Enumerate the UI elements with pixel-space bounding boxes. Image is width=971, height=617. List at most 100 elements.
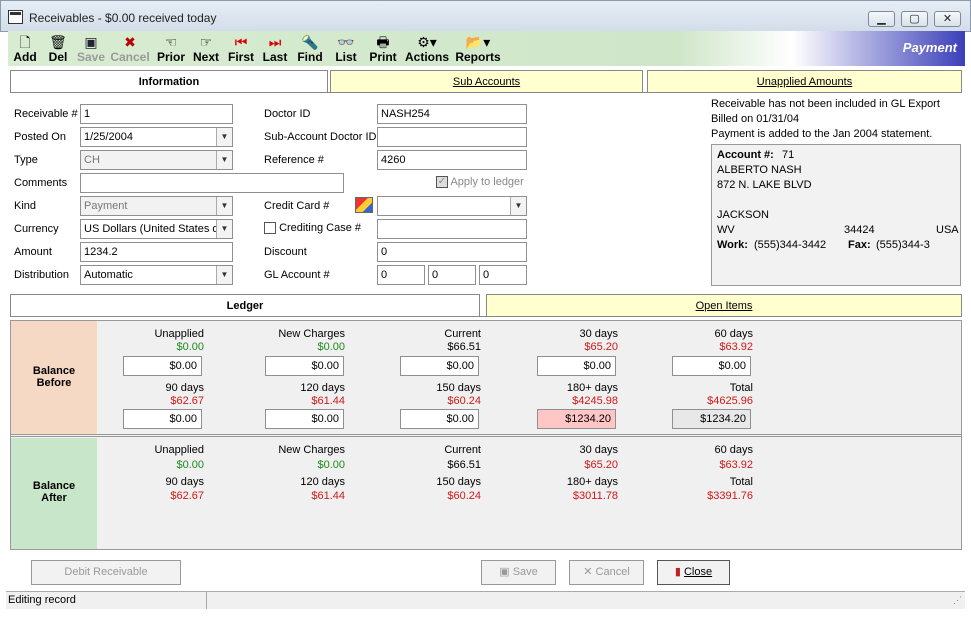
cancel-button[interactable]: ✕ Cancel <box>569 560 644 585</box>
balance-before-input[interactable]: $0.00 <box>400 356 479 376</box>
balance-before-input[interactable]: $0.00 <box>123 356 202 376</box>
balance-before-input[interactable]: $0.00 <box>537 356 616 376</box>
balance-after-header: 150 days <box>436 476 481 488</box>
resize-grip-icon[interactable]: ⋰ <box>953 595 962 606</box>
actions-button[interactable]: ⚙▾ Actions <box>405 31 449 66</box>
account-number-label: Account #: <box>717 149 774 161</box>
balance-before-header: Unapplied <box>154 328 204 340</box>
close-button[interactable]: ▮ Close <box>657 560 730 585</box>
posted-on-field[interactable]: 1/25/2004 ▼ <box>80 127 233 147</box>
tab-unapplied-amounts[interactable]: Unapplied Amounts <box>647 70 962 92</box>
credit-card-select[interactable]: ▼ <box>377 196 527 216</box>
find-button[interactable]: 🔦 Find <box>296 31 324 66</box>
reference-field[interactable]: 4260 <box>377 150 527 170</box>
discount-label: Discount <box>264 246 307 258</box>
fax-number: (555)344-3 <box>876 239 930 251</box>
crediting-case-field[interactable] <box>377 219 527 239</box>
account-city: JACKSON <box>717 209 769 221</box>
tab-information[interactable]: Information <box>10 70 328 92</box>
close-window-button[interactable]: ✕ <box>934 11 961 27</box>
new-doc-icon: 🗋 <box>19 34 31 50</box>
prior-button[interactable]: ☜ Prior <box>154 31 188 66</box>
balance-before-header: 90 days <box>165 382 204 394</box>
balance-before-header: Total <box>729 382 753 394</box>
distribution-select[interactable]: Automatic ▼ <box>80 265 233 285</box>
balance-before-input[interactable]: $0.00 <box>265 356 344 376</box>
toolbar: 🗋 Add 🗑 Del ▣ Save ✖ Cancel ☜ Prior ☞ Next ⏮ Fi… <box>8 31 965 66</box>
minimize-button[interactable]: ▁ <box>868 11 895 27</box>
balance-after-value: $61.44 <box>311 490 345 502</box>
save-button[interactable]: ▣ Save <box>481 560 556 585</box>
last-button[interactable]: ⏭ Last <box>261 31 289 66</box>
printer-icon: 🖶 <box>376 34 390 50</box>
balance-before-input[interactable]: $0.00 <box>400 409 479 429</box>
gl-account-field-2[interactable]: 0 <box>428 265 476 285</box>
amount-label: Amount <box>14 246 52 258</box>
debit-receivable-button[interactable]: Debit Receivable <box>31 560 181 585</box>
chevron-down-icon[interactable]: ▼ <box>216 197 232 215</box>
delete-button[interactable]: 🗑 Del <box>44 31 72 66</box>
receivable-field[interactable]: 1 <box>80 104 233 124</box>
tab-sub-accounts[interactable]: Sub Accounts <box>330 70 643 92</box>
comments-field[interactable] <box>80 173 344 193</box>
chevron-down-icon[interactable]: ▼ <box>216 128 232 146</box>
balance-after-header: Unapplied <box>154 444 204 456</box>
maximize-button[interactable]: ▢ <box>901 11 928 27</box>
credit-card-label: Credit Card # <box>264 200 330 212</box>
floppy-icon: ▣ <box>84 34 98 50</box>
kind-select[interactable]: Payment ▼ <box>80 196 233 216</box>
chevron-down-icon[interactable]: ▼ <box>510 197 526 215</box>
currency-select[interactable]: US Dollars (United States o ▼ <box>80 219 233 239</box>
chevron-down-icon[interactable]: ▼ <box>216 220 232 238</box>
save-toolbar-button[interactable]: ▣ Save <box>76 31 106 66</box>
balance-after-value: $3391.76 <box>707 490 753 502</box>
balance-after-header: 60 days <box>714 444 753 456</box>
balance-before-input[interactable]: $0.00 <box>265 409 344 429</box>
crediting-case-checkbox[interactable]: Crediting Case # <box>264 222 361 235</box>
account-country: USA <box>936 224 959 236</box>
cancel-toolbar-button[interactable]: ✖ Cancel <box>109 31 151 66</box>
balance-before-value: $65.20 <box>584 341 618 353</box>
tab-open-items[interactable]: Open Items <box>486 294 962 316</box>
first-button[interactable]: ⏮ First <box>226 31 256 66</box>
type-select[interactable]: CH ▼ <box>80 150 233 170</box>
balance-before-input[interactable]: $1234.20 <box>672 409 751 429</box>
print-button[interactable]: 🖶 Print <box>368 31 398 66</box>
balance-after-value: $60.24 <box>447 490 481 502</box>
account-info-box: Account #: 71 ALBERTO NASH 872 N. LAKE B… <box>711 144 961 286</box>
sub-account-doctor-field[interactable] <box>377 127 527 147</box>
balance-before-input[interactable]: $0.00 <box>123 409 202 429</box>
balance-after-value: $65.20 <box>584 459 618 471</box>
balance-before-input[interactable]: $1234.20 <box>537 409 616 429</box>
amount-field[interactable]: 1234.2 <box>80 242 233 262</box>
status-divider <box>206 592 207 609</box>
app-icon <box>8 10 23 24</box>
add-button[interactable]: 🗋 Add <box>11 31 39 66</box>
apply-to-ledger-label: Apply to ledger <box>450 176 524 188</box>
gl-account-field-3[interactable]: 0 <box>479 265 527 285</box>
balance-before-input[interactable]: $0.00 <box>672 356 751 376</box>
distribution-value: Automatic <box>84 269 133 281</box>
balance-before-value: $66.51 <box>447 341 481 353</box>
statement-message: Payment is added to the Jan 2004 stateme… <box>711 128 933 140</box>
chevron-down-icon[interactable]: ▼ <box>216 266 232 284</box>
checkbox-icon <box>264 222 276 235</box>
balance-before-value: $4245.98 <box>572 395 618 407</box>
tab-ledger[interactable]: Ledger <box>10 294 480 316</box>
list-button[interactable]: 👓 List <box>332 31 360 66</box>
balance-after-header: 120 days <box>300 476 345 488</box>
reports-button[interactable]: 📂▾ Reports <box>454 31 502 66</box>
chevron-down-icon[interactable]: ▼ <box>216 151 232 169</box>
balance-after-header: Total <box>729 476 753 488</box>
gl-account-field-1[interactable]: 0 <box>377 265 425 285</box>
gl-export-message: Receivable has not been included in GL E… <box>711 98 940 110</box>
apply-to-ledger-checkbox[interactable]: ✓ Apply to ledger <box>436 176 524 189</box>
doctor-id-field[interactable]: NASH254 <box>377 104 527 124</box>
balance-after-value: $62.67 <box>170 490 204 502</box>
balance-after-value: $63.92 <box>719 459 753 471</box>
discount-field[interactable]: 0 <box>377 242 527 262</box>
gl-account-label: GL Account # <box>264 269 330 281</box>
balance-after-header: 90 days <box>165 476 204 488</box>
ledger-panel: Balance Before Balance After Unapplied $0… <box>10 320 962 550</box>
next-button[interactable]: ☞ Next <box>190 31 222 66</box>
